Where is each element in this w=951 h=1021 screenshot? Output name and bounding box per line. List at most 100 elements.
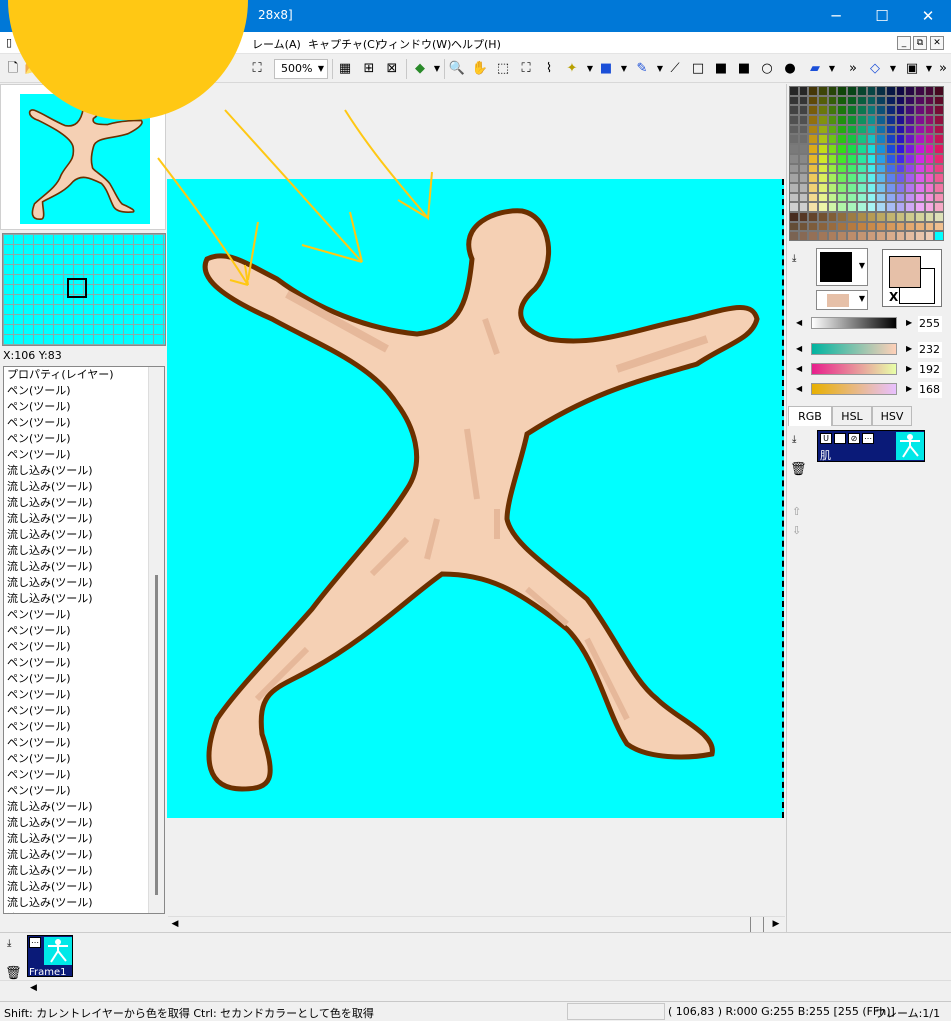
- palette-swatch[interactable]: [866, 221, 877, 232]
- palette-swatch[interactable]: [895, 202, 906, 212]
- palette-swatch[interactable]: [798, 231, 809, 241]
- palette-swatch[interactable]: [798, 134, 809, 145]
- mdi-minimize-button[interactable]: _: [897, 36, 911, 50]
- palette-swatch[interactable]: [818, 153, 828, 164]
- palette-swatch[interactable]: [866, 86, 877, 96]
- palette-swatch[interactable]: [924, 144, 935, 154]
- palette-swatch[interactable]: [876, 86, 886, 96]
- palette-swatch[interactable]: [808, 105, 819, 116]
- palette-swatch[interactable]: [818, 86, 828, 96]
- select-color-icon[interactable]: ■: [597, 60, 615, 78]
- palette-swatch[interactable]: [818, 211, 828, 222]
- slider-right-icon[interactable]: ▶: [906, 318, 912, 327]
- palette-swatch[interactable]: [847, 134, 857, 145]
- layer-item[interactable]: U ⊘ ⋯ 肌: [817, 430, 925, 462]
- palette-swatch[interactable]: [876, 163, 886, 174]
- palette-swatch[interactable]: [789, 153, 799, 164]
- palette-swatch[interactable]: [837, 202, 848, 212]
- palette-swatch[interactable]: [895, 173, 906, 183]
- palette-swatch[interactable]: [914, 231, 925, 241]
- frame-scrollbar[interactable]: ◀: [0, 980, 951, 996]
- palette-swatch[interactable]: [876, 144, 886, 154]
- magic-wand-icon[interactable]: ✦: [563, 60, 581, 78]
- ellipse-outline-icon[interactable]: ○: [758, 60, 776, 78]
- history-item[interactable]: 流し込み(ツール): [4, 895, 147, 911]
- palette-swatch[interactable]: [914, 95, 925, 106]
- swap-colors-icon[interactable]: X: [889, 290, 898, 304]
- palette-swatch[interactable]: [798, 192, 809, 203]
- palette-swatch[interactable]: [818, 202, 828, 212]
- palette-swatch[interactable]: [808, 115, 819, 125]
- palette-swatch[interactable]: [818, 105, 828, 116]
- palette-swatch[interactable]: [818, 182, 828, 193]
- palette-swatch[interactable]: [798, 124, 809, 135]
- palette-swatch[interactable]: [856, 134, 867, 145]
- palette-swatch[interactable]: [914, 153, 925, 164]
- palette-swatch[interactable]: [808, 211, 819, 222]
- palette-swatch[interactable]: [808, 192, 819, 203]
- palette-swatch[interactable]: [866, 192, 877, 203]
- palette-swatch[interactable]: [827, 231, 838, 241]
- palette-swatch[interactable]: [934, 105, 944, 116]
- palette-swatch[interactable]: [827, 134, 838, 145]
- palette-swatch[interactable]: [934, 221, 944, 232]
- palette-swatch[interactable]: [789, 95, 799, 106]
- palette-swatch[interactable]: [837, 211, 848, 222]
- palette-swatch[interactable]: [924, 192, 935, 203]
- palette-swatch[interactable]: [905, 153, 915, 164]
- palette-swatch[interactable]: [924, 134, 935, 145]
- palette-swatch[interactable]: [818, 144, 828, 154]
- new-file-icon[interactable]: 🗋: [4, 60, 22, 78]
- palette-swatch[interactable]: [789, 173, 799, 183]
- palette-swatch[interactable]: [934, 231, 944, 241]
- stamp-icon[interactable]: ⛶: [248, 60, 266, 78]
- ellipse-fill-icon[interactable]: ●: [781, 60, 799, 78]
- palette-swatch[interactable]: [789, 192, 799, 203]
- layer-mode-icon[interactable]: ◆: [411, 60, 429, 78]
- history-item[interactable]: 流し込み(ツール): [4, 799, 147, 815]
- palette-swatch[interactable]: [827, 202, 838, 212]
- arrow-up-icon[interactable]: ⇧: [792, 505, 801, 518]
- palette-swatch[interactable]: [818, 115, 828, 125]
- arrow-down-icon[interactable]: ⇩: [792, 524, 801, 537]
- palette-swatch[interactable]: [895, 86, 906, 96]
- history-item[interactable]: ペン(ツール): [4, 767, 147, 783]
- rect-outline-icon[interactable]: □: [689, 60, 707, 78]
- palette-swatch[interactable]: [876, 192, 886, 203]
- doc-icon[interactable]: ▯: [6, 36, 12, 49]
- horizontal-scrollbar[interactable]: ◀ ▶: [168, 916, 785, 932]
- select-rect-icon[interactable]: ⬚: [494, 60, 512, 78]
- palette-swatch[interactable]: [914, 124, 925, 135]
- palette-swatch[interactable]: [876, 182, 886, 193]
- zoom-tool-icon[interactable]: 🔍: [448, 60, 466, 78]
- palette-swatch[interactable]: [895, 144, 906, 154]
- palette-swatch[interactable]: [856, 211, 867, 222]
- palette-swatch[interactable]: [934, 163, 944, 174]
- scroll-right-icon[interactable]: ▶: [769, 917, 783, 932]
- download-icon[interactable]: ⤓: [792, 253, 796, 264]
- palette-swatch[interactable]: [808, 95, 819, 106]
- palette-swatch[interactable]: [876, 202, 886, 212]
- palette-swatch[interactable]: [827, 163, 838, 174]
- history-item[interactable]: ペン(ツール): [4, 751, 147, 767]
- palette-swatch[interactable]: [856, 231, 867, 241]
- palette-swatch[interactable]: [914, 192, 925, 203]
- palette-swatch[interactable]: [837, 95, 848, 106]
- palette-swatch[interactable]: [876, 221, 886, 232]
- palette-swatch[interactable]: [914, 144, 925, 154]
- palette-swatch[interactable]: [827, 105, 838, 116]
- palette-swatch[interactable]: [924, 115, 935, 125]
- palette-swatch[interactable]: [885, 153, 896, 164]
- palette-swatch[interactable]: [856, 153, 867, 164]
- palette-swatch[interactable]: [847, 202, 857, 212]
- palette-swatch[interactable]: [827, 211, 838, 222]
- close-button[interactable]: ✕: [905, 0, 951, 32]
- history-item[interactable]: 流し込み(ツール): [4, 527, 147, 543]
- palette-swatch[interactable]: [934, 144, 944, 154]
- palette-swatch[interactable]: [905, 115, 915, 125]
- scroll-thumb[interactable]: [750, 917, 764, 932]
- palette-swatch[interactable]: [827, 144, 838, 154]
- palette-swatch[interactable]: [798, 144, 809, 154]
- palette-swatch[interactable]: [905, 95, 915, 106]
- palette-swatch[interactable]: [847, 211, 857, 222]
